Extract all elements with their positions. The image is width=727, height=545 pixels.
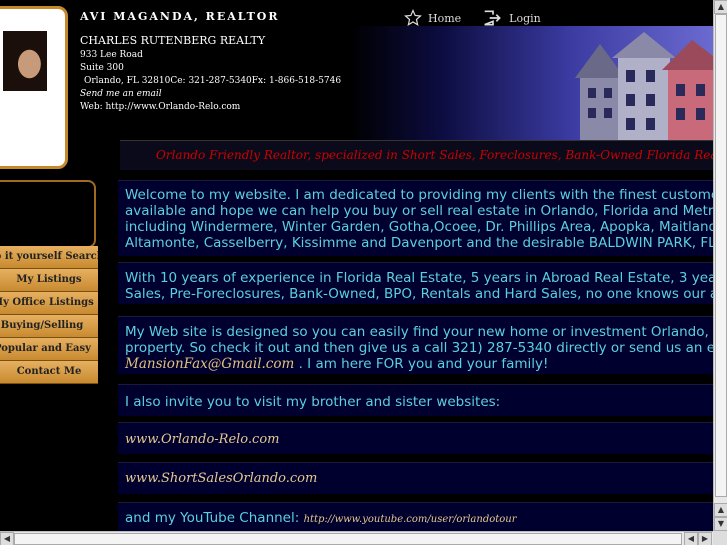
invite-text: I also invite you to visit my brother an… <box>125 394 501 410</box>
agent-photo <box>3 31 47 91</box>
vertical-scroll-thumb[interactable] <box>715 14 727 497</box>
header-banner-image <box>350 26 713 140</box>
address-line-2: Suite 300 <box>80 63 124 73</box>
home-label: Home <box>428 11 462 25</box>
welcome-block: Welcome to my website. I am dedicated to… <box>118 180 713 256</box>
home-link[interactable]: Home <box>404 9 461 27</box>
sidebar-nav: Do it yourself Search My Listings My Off… <box>0 246 98 384</box>
horizontal-scroll-thumb[interactable] <box>14 533 682 545</box>
link1-block: www.Orlando-Relo.com <box>118 422 713 454</box>
login-icon <box>483 9 503 27</box>
youtube-link[interactable]: http://www.youtube.com/user/orlandotour <box>304 514 517 525</box>
vertical-scrollbar[interactable]: ▲ ▲ ▼ <box>713 0 727 531</box>
experience-block: With 10 years of experience in Florida R… <box>118 262 713 304</box>
welcome-line-3: including Windermere, Winter Garden, Got… <box>125 219 713 235</box>
star-icon <box>404 9 422 27</box>
experience-line-2: Sales, Pre-Foreclosures, Bank-Owned, BPO… <box>125 286 713 302</box>
website-line-3: MansionFax@Gmail.com . I am here FOR you… <box>125 356 713 372</box>
sidebar-item-popular[interactable]: Popular and Easy <box>0 338 98 361</box>
welcome-line-4: Altamonte, Casselberry, Kissimme and Dav… <box>125 235 713 251</box>
short-sales-link[interactable]: www.ShortSalesOrlando.com <box>125 471 713 487</box>
sidebar-item-my-listings[interactable]: My Listings <box>0 269 98 292</box>
address-line-1: 933 Lee Road <box>80 50 143 60</box>
top-nav: Home Login <box>404 8 555 28</box>
scroll-up-arrow-icon-2[interactable]: ▲ <box>714 503 727 517</box>
scroll-left-arrow-icon[interactable]: ◀ <box>0 532 14 545</box>
company-info: CHARLES RUTENBERG REALTY 933 Lee Road Su… <box>80 34 341 114</box>
horizontal-scrollbar[interactable]: ◀ ◀ ▶ <box>0 531 713 545</box>
scroll-right-arrow-icon[interactable]: ▶ <box>698 532 712 545</box>
welcome-line-2: available and hope we can help you buy o… <box>125 203 713 219</box>
scrollbar-corner <box>713 531 727 545</box>
welcome-line-1: Welcome to my website. I am dedicated to… <box>125 187 713 203</box>
address-line-3: Orlando, FL 32810Ce: 321-287-5340Fx: 1-8… <box>84 76 342 86</box>
youtube-label: and my YouTube Channel: <box>125 510 304 526</box>
website-line-1: My Web site is designed so you can easil… <box>125 324 713 340</box>
sidebar-item-buying-selling[interactable]: Buying/Selling <box>0 315 98 338</box>
send-email-link[interactable]: Send me an email <box>80 88 341 101</box>
login-label: Login <box>509 11 541 25</box>
orlando-relo-link[interactable]: www.Orlando-Relo.com <box>125 432 713 448</box>
main-content: Welcome to my website. I am dedicated to… <box>118 172 713 532</box>
experience-line-1: With 10 years of experience in Florida R… <box>125 270 713 286</box>
scroll-up-arrow-icon[interactable]: ▲ <box>714 0 727 14</box>
website-line[interactable]: Web: http://www.Orlando-Relo.com <box>80 101 341 114</box>
invite-block: I also invite you to visit my brother an… <box>118 384 713 416</box>
agent-photo-frame <box>0 6 68 169</box>
sidebar-item-office-listings[interactable]: My Office Listings <box>0 292 98 315</box>
header: AVI MAGANDA, REALTOR Home Login CHARLES … <box>0 0 713 169</box>
sidebar-item-search[interactable]: Do it yourself Search <box>0 246 98 269</box>
sidebar-header-box <box>0 180 96 248</box>
youtube-block: and my YouTube Channel: http://www.youtu… <box>118 502 713 532</box>
website-line-2: property. So check it out and then give … <box>125 340 713 356</box>
scroll-down-arrow-icon[interactable]: ▼ <box>714 517 727 531</box>
link2-block: www.ShortSalesOrlando.com <box>118 462 713 494</box>
agent-name: AVI MAGANDA, REALTOR <box>80 10 280 23</box>
email-link[interactable]: MansionFax@Gmail.com <box>125 356 294 372</box>
website-tail: . I am here FOR you and your family! <box>294 356 549 372</box>
scroll-left-arrow-icon-2[interactable]: ◀ <box>684 532 698 545</box>
tagline: Orlando Friendly Realtor, specialized in… <box>156 148 713 162</box>
tagline-strip: Orlando Friendly Realtor, specialized in… <box>120 140 713 170</box>
company-name: CHARLES RUTENBERG REALTY <box>80 34 266 47</box>
website-block: My Web site is designed so you can easil… <box>118 316 713 374</box>
sidebar-item-contact[interactable]: Contact Me <box>0 361 98 384</box>
login-link[interactable]: Login <box>483 9 541 27</box>
